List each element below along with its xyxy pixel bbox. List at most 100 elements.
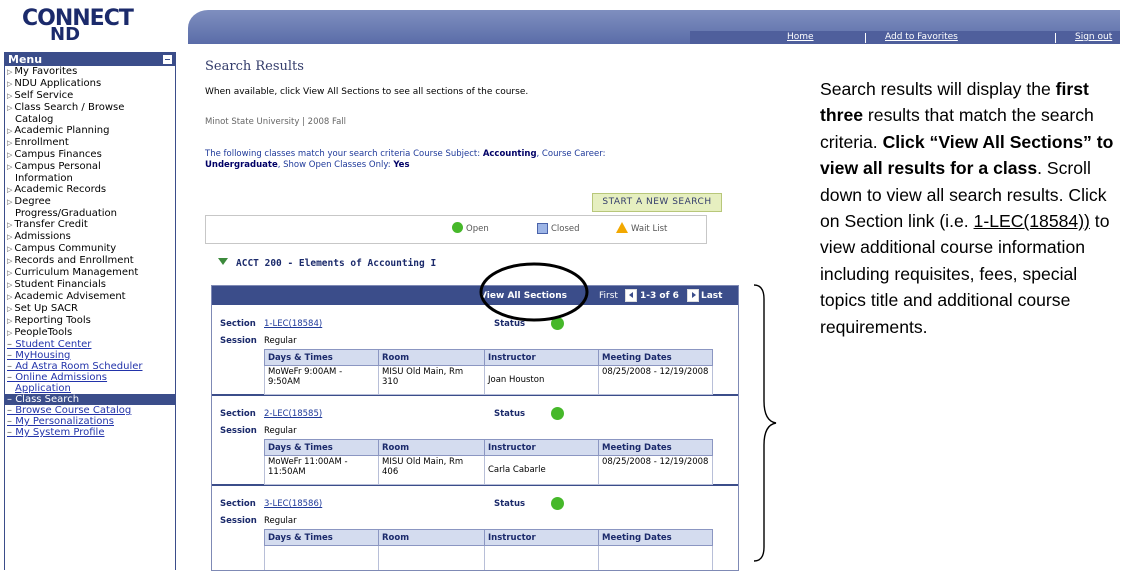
dash-icon: – [7, 416, 15, 427]
sidebar-item[interactable]: ▷Self Service [5, 90, 175, 102]
sidebar-item-label: Class Search / Browse [14, 102, 124, 113]
next-arrow-icon[interactable] [687, 289, 699, 302]
column-header: Days & Times [265, 440, 379, 456]
column-header: Room [379, 440, 485, 456]
search-criteria: The following classes match your search … [205, 149, 705, 171]
sidebar-item[interactable]: ▷NDU Applications [5, 78, 175, 90]
sidebar-item[interactable]: ▷Admissions [5, 231, 175, 243]
sidebar-item[interactable]: ▷Campus Community [5, 243, 175, 255]
sidebar-item[interactable]: ▷Records and Enrollment [5, 255, 175, 267]
sidebar-item[interactable]: ▷Degree [5, 196, 175, 208]
expand-triangle-icon: ▷ [7, 186, 12, 194]
sidebar-item[interactable]: ▷Campus Finances [5, 149, 175, 161]
status-legend: Open Closed Wait List [205, 215, 707, 244]
sidebar-item[interactable]: – Online Admissions [5, 372, 175, 383]
sidebar-item[interactable]: ▷Reporting Tools [5, 315, 175, 327]
meeting-table: Days & TimesRoomInstructorMeeting DatesM… [264, 439, 713, 485]
sidebar-item[interactable]: – My System Profile [5, 427, 175, 438]
meeting-dates-cell [599, 546, 713, 571]
session-value: Regular [264, 426, 297, 436]
session-label: Session [220, 516, 257, 526]
sidebar-item-label: My Favorites [14, 66, 77, 77]
open-status-icon [551, 407, 564, 420]
meeting-table: Days & TimesRoomInstructorMeeting DatesM… [264, 349, 713, 395]
column-header: Days & Times [265, 350, 379, 366]
last-link[interactable]: Last [701, 291, 722, 301]
table-row [265, 546, 713, 571]
sidebar-item[interactable]: – Student Center [5, 339, 175, 350]
section-block: Section3-LEC(18586)StatusSessionRegularD… [212, 486, 738, 571]
expand-triangle-icon: ▷ [7, 80, 12, 88]
sidebar-item-label: Catalog [15, 114, 53, 125]
right-brace-icon [740, 283, 780, 563]
criteria-career: Undergraduate [205, 160, 278, 170]
section-link[interactable]: 3-LEC(18586) [264, 499, 322, 509]
menu-items: ▷My Favorites▷NDU Applications▷Self Serv… [5, 66, 175, 438]
sidebar-item[interactable]: Progress/Graduation [5, 208, 175, 219]
room-cell [379, 546, 485, 571]
column-header: Days & Times [265, 530, 379, 546]
sidebar-item[interactable]: ▷Transfer Credit [5, 219, 175, 231]
sidebar-item-label: Curriculum Management [14, 267, 138, 278]
start-new-search-button[interactable]: START A NEW SEARCH [592, 193, 722, 212]
expand-triangle-icon: ▷ [7, 329, 12, 337]
top-nav: Home Add to Favorites Sign out [690, 31, 1120, 44]
section-block: Section2-LEC(18585)StatusSessionRegularD… [212, 396, 738, 486]
sidebar-item[interactable]: ▷My Favorites [5, 66, 175, 78]
home-link[interactable]: Home [787, 32, 814, 42]
course-header[interactable]: ACCT 200 - Elements of Accounting I [218, 258, 436, 269]
collapse-icon[interactable] [163, 55, 172, 64]
expand-chevron-icon[interactable] [218, 258, 228, 265]
sidebar-item[interactable]: ▷PeopleTools [5, 327, 175, 339]
section-label: Section [220, 319, 256, 329]
expand-triangle-icon: ▷ [7, 269, 12, 277]
sidebar-item[interactable]: ▷Academic Advisement [5, 291, 175, 303]
column-header: Meeting Dates [599, 350, 713, 366]
section-link[interactable]: 2-LEC(18585) [264, 409, 322, 419]
sidebar-item-label: Application [15, 383, 71, 394]
expand-triangle-icon: ▷ [7, 139, 12, 147]
criteria-subject: Accounting [483, 149, 537, 159]
session-value: Regular [264, 516, 297, 526]
sidebar-item[interactable]: Catalog [5, 114, 175, 125]
sidebar-item[interactable]: – My Personalizations [5, 416, 175, 427]
section-link[interactable]: 1-LEC(18584) [264, 319, 322, 329]
session-label: Session [220, 336, 257, 346]
sidebar-item-label: MyHousing [15, 350, 70, 361]
previous-arrow-icon[interactable] [625, 289, 637, 302]
section-label: Section [220, 409, 256, 419]
add-to-favorites-link[interactable]: Add to Favorites [885, 32, 958, 42]
instructor-cell [485, 546, 599, 571]
expand-triangle-icon: ▷ [7, 245, 12, 253]
course-title: ACCT 200 - Elements of Accounting I [236, 258, 436, 269]
sidebar-item[interactable]: – Class Search [5, 394, 175, 405]
sidebar-item[interactable]: ▷Enrollment [5, 137, 175, 149]
sidebar-item[interactable]: ▷Curriculum Management [5, 267, 175, 279]
meeting-dates-cell: 08/25/2008 - 12/19/2008 [599, 456, 713, 485]
instruction-callout: Search results will display the first th… [820, 76, 1120, 340]
sidebar-item[interactable]: – Ad Astra Room Scheduler [5, 361, 175, 372]
menu-title: Menu [8, 53, 42, 66]
connect-nd-logo: CONNECT ND [10, 4, 140, 46]
sidebar-item[interactable]: ▷Campus Personal [5, 161, 175, 173]
column-header: Instructor [485, 350, 599, 366]
sidebar-item[interactable]: ▷Class Search / Browse [5, 102, 175, 114]
sidebar-item-label: Ad Astra Room Scheduler [15, 361, 142, 372]
first-link[interactable]: First [599, 291, 618, 301]
sidebar-item[interactable]: ▷Set Up SACR [5, 303, 175, 315]
criteria-career-label: , Course Career: [537, 149, 606, 159]
sidebar-item[interactable]: ▷Academic Planning [5, 125, 175, 137]
sidebar-item[interactable]: – MyHousing [5, 350, 175, 361]
sidebar-item[interactable]: ▷Student Financials [5, 279, 175, 291]
callout-underline: 1-LEC(18584)) [974, 211, 1090, 231]
expand-triangle-icon: ▷ [7, 127, 12, 135]
dash-icon: – [7, 394, 15, 405]
sidebar-item[interactable]: Information [5, 173, 175, 184]
sidebar-item[interactable]: ▷Academic Records [5, 184, 175, 196]
dash-icon: – [7, 361, 15, 372]
sidebar-item[interactable]: Application [5, 383, 175, 394]
expand-triangle-icon: ▷ [7, 233, 12, 241]
sidebar-item[interactable]: – Browse Course Catalog [5, 405, 175, 416]
sign-out-link[interactable]: Sign out [1075, 32, 1112, 42]
dash-icon: – [7, 350, 15, 361]
